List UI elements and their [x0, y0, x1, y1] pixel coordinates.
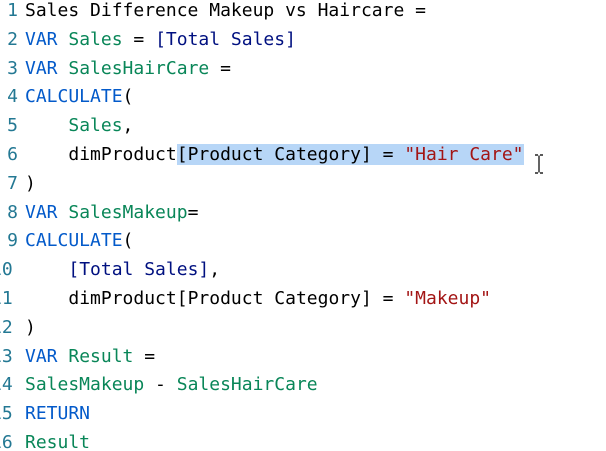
keyword-var: VAR: [25, 57, 58, 79]
code-line[interactable]: 8 VAR SalesMakeup=: [0, 199, 198, 228]
column-ref: [Product Category] =: [176, 144, 405, 165]
variable-name: SalesHairCare: [68, 57, 210, 79]
line-number: 13: [0, 345, 13, 367]
code-line[interactable]: 6 dimProduct[Product Category] = "Hair C…: [0, 141, 524, 170]
keyword-var: VAR: [25, 201, 58, 223]
code-line[interactable]: 12 ): [0, 314, 43, 343]
code-text[interactable]: VAR Sales = [Total Sales]: [25, 26, 296, 55]
line-number: 2: [7, 28, 18, 50]
code-text[interactable]: [Total Sales],: [25, 256, 220, 285]
code-line[interactable]: 3 VAR SalesHairCare =: [0, 55, 231, 84]
line-number: 3: [7, 57, 18, 79]
string-literal: "Hair Care": [404, 144, 524, 165]
code-text[interactable]: VAR SalesHairCare =: [25, 55, 231, 84]
code-text[interactable]: VAR Result =: [25, 343, 155, 372]
line-number: 8: [7, 201, 18, 223]
variable-name: Sales: [68, 115, 123, 137]
code-line[interactable]: 11 dimProduct[Product Category] = "Makeu…: [0, 285, 491, 314]
code-line[interactable]: 10 [Total Sales],: [0, 256, 220, 285]
paren: (: [122, 86, 134, 108]
measure-ref: [Total Sales]: [68, 259, 210, 281]
code-text[interactable]: VAR SalesMakeup=: [25, 199, 198, 228]
variable-name: SalesMakeup: [68, 201, 188, 223]
text-selection[interactable]: [Product Category] = "Hair Care": [176, 144, 524, 165]
code-text[interactable]: RETURN: [25, 400, 90, 429]
code-line[interactable]: 7 ): [0, 170, 43, 199]
variable-name: Sales: [68, 28, 123, 50]
variable-name: Result: [68, 345, 134, 367]
code-line[interactable]: 4 CALCULATE(: [0, 83, 133, 112]
code-line[interactable]: 15 RETURN: [0, 400, 90, 429]
variable-name: SalesMakeup: [25, 374, 145, 396]
code-line[interactable]: 9 CALCULATE(: [0, 227, 133, 256]
code-text[interactable]: dimProduct[Product Category] = "Makeup": [25, 285, 491, 314]
keyword-return: RETURN: [25, 403, 91, 425]
line-number: 16: [0, 432, 13, 451]
operator: =: [187, 201, 199, 223]
line-number: 12: [0, 316, 13, 338]
line-number: 1: [7, 0, 18, 21]
code-line[interactable]: 5 Sales,: [0, 112, 133, 141]
table-name: dimProduct: [68, 144, 177, 165]
comma: ,: [122, 115, 134, 137]
line-number: 11: [0, 288, 13, 309]
code-line[interactable]: 14 SalesMakeup - SalesHairCare: [0, 371, 318, 400]
code-line[interactable]: 13 VAR Result =: [0, 343, 155, 372]
keyword-var: VAR: [25, 345, 58, 367]
variable-name: SalesHairCare: [176, 374, 318, 396]
function-name: CALCULATE: [25, 230, 123, 252]
code-text[interactable]: SalesMakeup - SalesHairCare: [25, 371, 318, 400]
string-literal: "Makeup": [404, 288, 492, 309]
measure-declaration: Sales Difference Makeup vs Haircare =: [25, 0, 426, 21]
paren: (: [122, 230, 134, 252]
code-line[interactable]: 16 Result: [0, 429, 90, 451]
code-text[interactable]: ): [25, 170, 36, 199]
code-text[interactable]: CALCULATE(: [25, 83, 133, 112]
column-ref: [Product Category] =: [176, 288, 405, 309]
code-text[interactable]: ): [25, 314, 36, 343]
keyword-var: VAR: [25, 28, 58, 50]
line-number: 9: [7, 230, 18, 252]
line-number: 7: [7, 172, 18, 194]
text-ibeam-icon: [535, 154, 543, 174]
code-line[interactable]: 1 Sales Difference Makeup vs Haircare =: [0, 0, 426, 26]
operator: -: [144, 374, 177, 396]
variable-name: Result: [25, 432, 91, 451]
code-text[interactable]: dimProduct[Product Category] = "Hair Car…: [25, 141, 524, 170]
operator: =: [122, 28, 156, 50]
comma: ,: [209, 259, 221, 281]
line-number: 15: [0, 403, 13, 425]
code-line[interactable]: 2 VAR Sales = [Total Sales]: [0, 26, 296, 55]
line-number: 6: [7, 144, 18, 165]
code-text[interactable]: CALCULATE(: [25, 227, 133, 256]
line-number: 10: [0, 259, 13, 281]
function-name: CALCULATE: [25, 86, 123, 108]
paren: ): [25, 172, 36, 194]
line-number: 5: [7, 115, 18, 137]
code-editor[interactable]: 1 Sales Difference Makeup vs Haircare = …: [0, 0, 606, 451]
measure-ref: [Total Sales]: [155, 28, 296, 50]
code-text[interactable]: Sales Difference Makeup vs Haircare =: [25, 0, 426, 26]
code-text[interactable]: Result: [25, 429, 90, 451]
table-name: dimProduct: [68, 288, 177, 309]
code-text[interactable]: Sales,: [25, 112, 133, 141]
operator: =: [133, 345, 156, 367]
paren: ): [25, 316, 36, 338]
line-number: 14: [0, 374, 13, 396]
line-number: 4: [7, 86, 18, 108]
operator: =: [209, 57, 231, 79]
